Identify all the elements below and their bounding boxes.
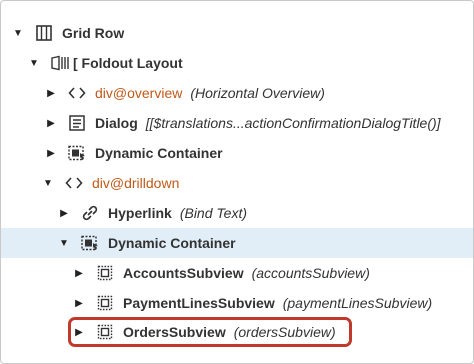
tree-node-label: Dynamic Container [108, 235, 236, 251]
tree-node-detail: (ordersSubview) [233, 324, 336, 340]
tree-node-div-drilldown[interactable]: ▼ div@drilldown [1, 168, 473, 198]
expand-arrow-icon[interactable]: ▶ [73, 267, 85, 279]
link-icon [81, 204, 99, 222]
tree-node-label: div@overview [95, 85, 183, 101]
tree-node-foldout-layout[interactable]: ▼ [ Foldout Layout [1, 48, 473, 78]
tree-node-label: Dialog [95, 115, 138, 131]
tree-node-detail: [[$translations...actionConfirmationDial… [145, 115, 441, 131]
dynamic-container-icon [81, 234, 99, 252]
expand-arrow-icon[interactable]: ▶ [45, 87, 57, 99]
tree-node-div-overview[interactable]: ▶ div@overview (Horizontal Overview) [1, 78, 473, 108]
collapse-arrow-icon[interactable]: ▼ [12, 27, 24, 39]
expand-arrow-icon[interactable]: ▶ [45, 147, 57, 159]
tree-node-label: div@drilldown [92, 175, 180, 191]
subview-icon [96, 294, 114, 312]
tree-node-accounts-subview[interactable]: ▶ AccountsSubview (accountsSubview) [1, 258, 473, 288]
tree-node-label: Dynamic Container [95, 145, 223, 161]
tree-node-label: [ Foldout Layout [73, 55, 183, 71]
expand-arrow-icon[interactable]: ▶ [58, 207, 70, 219]
dialog-icon [68, 114, 86, 132]
tree-node-dynamic-container[interactable]: ▶ Dynamic Container [1, 138, 473, 168]
dynamic-container-icon [68, 144, 86, 162]
tree-node-dialog[interactable]: ▶ Dialog [[$translations...actionConfirm… [1, 108, 473, 138]
foldout-layout-icon [51, 54, 69, 72]
tree-node-dynamic-container-selected[interactable]: ▼ Dynamic Container [1, 228, 473, 258]
expand-arrow-icon[interactable]: ▶ [45, 117, 57, 129]
subview-icon [96, 323, 114, 341]
tree-node-detail: (accountsSubview) [251, 265, 370, 281]
tree-node-grid-row[interactable]: ▼ Grid Row [1, 18, 473, 48]
tree-node-detail: (paymentLinesSubview) [282, 295, 433, 311]
collapse-arrow-icon[interactable]: ▼ [42, 177, 54, 189]
collapse-arrow-icon[interactable]: ▼ [58, 237, 70, 249]
expand-arrow-icon[interactable]: ▶ [73, 326, 85, 338]
tree-node-hyperlink[interactable]: ▶ Hyperlink (Bind Text) [1, 198, 473, 228]
tree-node-label: OrdersSubview [123, 324, 226, 340]
tree-node-label: Hyperlink [108, 205, 172, 221]
tree-node-detail: (Horizontal Overview) [190, 85, 325, 101]
tree-node-label: Grid Row [62, 25, 125, 41]
expand-arrow-icon[interactable]: ▶ [73, 297, 85, 309]
grid-row-icon [35, 24, 53, 42]
tree-node-detail: (Bind Text) [179, 205, 247, 221]
code-tag-icon [65, 174, 83, 192]
tree-node-label: AccountsSubview [123, 265, 244, 281]
tree-node-orders-subview[interactable]: ▶ OrdersSubview (ordersSubview) [1, 317, 473, 347]
subview-icon [96, 264, 114, 282]
collapse-arrow-icon[interactable]: ▼ [28, 57, 40, 69]
code-tag-icon [68, 84, 86, 102]
structure-tree-panel: ▼ Grid Row ▼ [ Foldout Layout ▶ div@over… [0, 0, 474, 364]
tree-node-payment-lines-subview[interactable]: ▶ PaymentLinesSubview (paymentLinesSubvi… [1, 288, 473, 318]
tree-node-label: PaymentLinesSubview [123, 295, 275, 311]
